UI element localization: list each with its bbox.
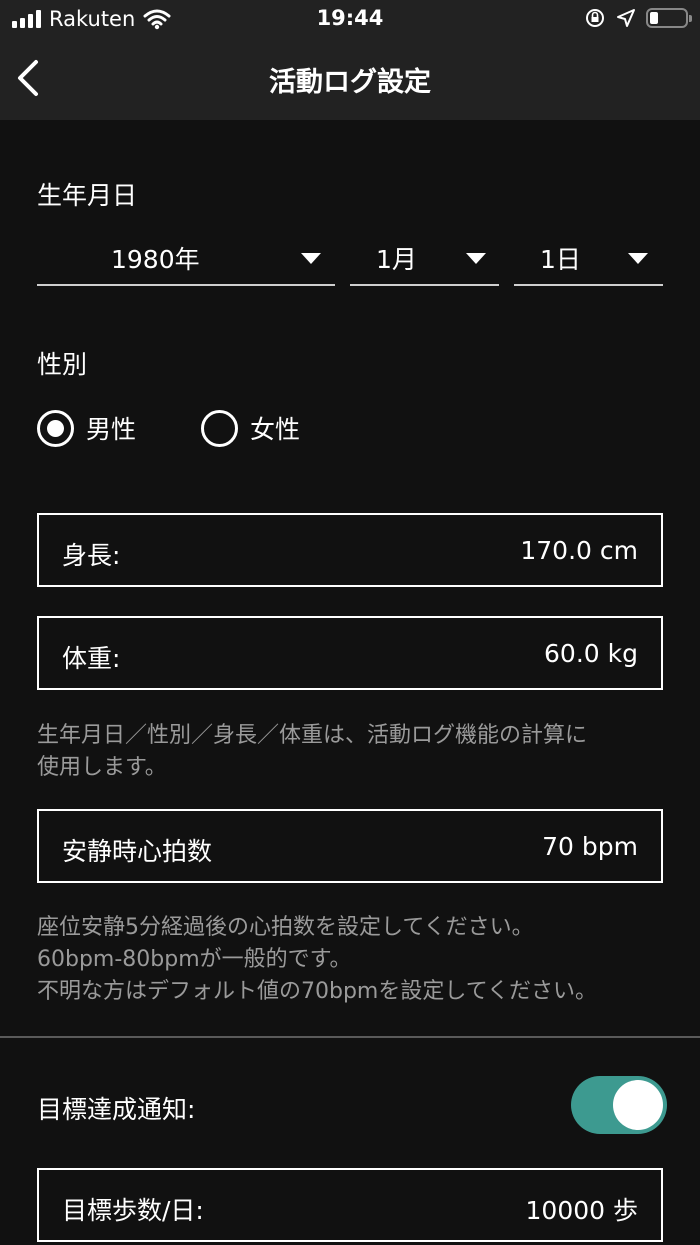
note-line: 不明な方はデフォルト値の70bpmを設定してください。 bbox=[37, 979, 598, 1004]
status-bar: Rakuten 19:44 bbox=[0, 0, 700, 38]
resting-heart-rate-label: 安静時心拍数 bbox=[62, 837, 213, 866]
note-line: 60bpm-80bpmが一般的です。 bbox=[37, 947, 352, 972]
heart-rate-note: 座位安静5分経過後の心拍数を設定してください。 60bpm-80bpmが一般的で… bbox=[37, 912, 667, 1008]
height-label: 身長: bbox=[62, 541, 121, 570]
birth-year-value: 1980年 bbox=[111, 245, 200, 274]
battery-icon bbox=[646, 8, 692, 28]
goal-notification-label: 目標達成通知: bbox=[37, 1095, 196, 1124]
resting-heart-rate-field[interactable]: 安静時心拍数 70 bpm bbox=[37, 809, 663, 883]
goal-notification-toggle[interactable] bbox=[571, 1076, 667, 1134]
resting-heart-rate-value: 70 bpm bbox=[542, 832, 638, 861]
note-line: 生年月日／性別／身長／体重は、活動ログ機能の計算に bbox=[37, 723, 588, 748]
gender-radio-female[interactable]: 女性 bbox=[201, 408, 300, 448]
goal-steps-label: 目標歩数/日: bbox=[62, 1196, 204, 1225]
height-field[interactable]: 身長: 170.0 cm bbox=[37, 513, 663, 587]
page-title: 活動ログ設定 bbox=[269, 67, 431, 98]
birth-day-select[interactable]: 1日 bbox=[514, 236, 663, 286]
birth-year-select[interactable]: 1980年 bbox=[37, 236, 335, 286]
birth-day-value: 1日 bbox=[540, 245, 581, 274]
weight-label: 体重: bbox=[62, 644, 121, 673]
birth-month-select[interactable]: 1月 bbox=[350, 236, 499, 286]
body-info-note: 生年月日／性別／身長／体重は、活動ログ機能の計算に 使用します。 bbox=[37, 720, 667, 784]
weight-value: 60.0 kg bbox=[544, 639, 638, 668]
radio-unselected-icon bbox=[201, 409, 238, 447]
nav-bar: 活動ログ設定 bbox=[0, 38, 700, 120]
location-arrow-icon bbox=[617, 9, 635, 27]
toggle-knob bbox=[613, 1080, 663, 1130]
weight-field[interactable]: 体重: 60.0 kg bbox=[37, 616, 663, 690]
gender-label: 性別 bbox=[37, 350, 88, 379]
birth-month-value: 1月 bbox=[376, 245, 417, 274]
radio-selected-icon bbox=[37, 409, 74, 447]
gender-option-label: 女性 bbox=[250, 415, 301, 444]
caret-down-icon bbox=[301, 253, 321, 264]
goal-steps-value: 10000 歩 bbox=[525, 1196, 638, 1225]
caret-down-icon bbox=[628, 253, 648, 264]
gender-option-label: 男性 bbox=[86, 415, 137, 444]
status-right bbox=[584, 7, 692, 29]
note-line: 座位安静5分経過後の心拍数を設定してください。 bbox=[37, 915, 534, 940]
goal-steps-field[interactable]: 目標歩数/日: 10000 歩 bbox=[37, 1168, 663, 1242]
height-value: 170.0 cm bbox=[520, 536, 638, 565]
birthday-label: 生年月日 bbox=[37, 181, 138, 210]
gender-radio-male[interactable]: 男性 bbox=[37, 408, 136, 448]
orientation-lock-icon bbox=[586, 9, 604, 27]
section-divider bbox=[0, 1036, 700, 1038]
note-line: 使用します。 bbox=[37, 755, 167, 780]
caret-down-icon bbox=[466, 253, 486, 264]
